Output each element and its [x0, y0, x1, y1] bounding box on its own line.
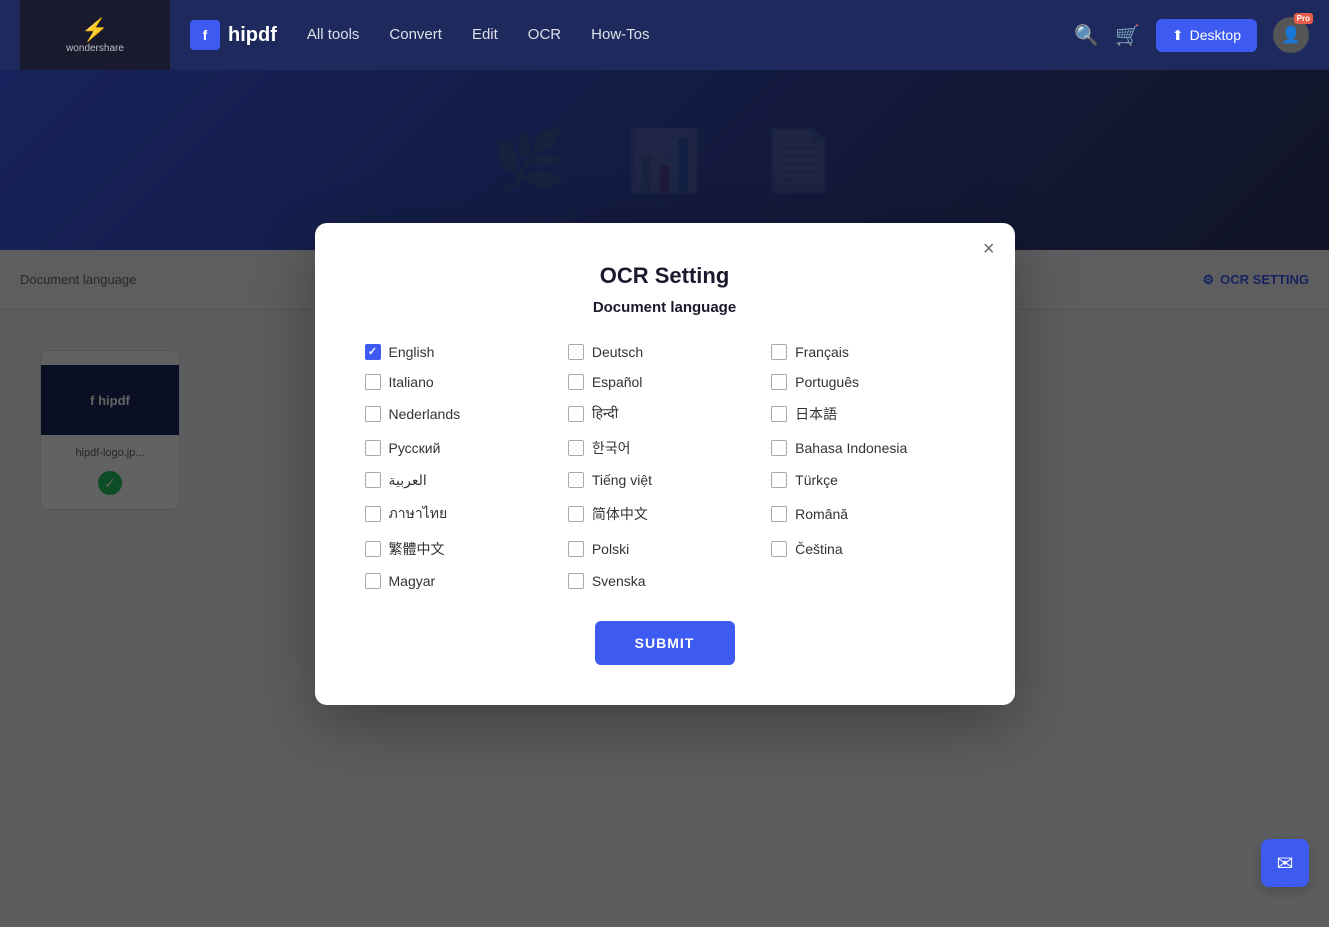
- modal-wrapper: × OCR Setting Document language English …: [0, 0, 1329, 927]
- lang-checkbox-hindi[interactable]: [568, 406, 584, 422]
- lang-item-traditional-chinese[interactable]: 繁體中文: [365, 539, 558, 559]
- lang-item-nederlands[interactable]: Nederlands: [365, 404, 558, 424]
- lang-item-czech[interactable]: Čeština: [771, 539, 964, 559]
- lang-label-swedish: Svenska: [592, 573, 646, 589]
- lang-item-espanol[interactable]: Español: [568, 374, 761, 390]
- lang-checkbox-italiano[interactable]: [365, 374, 381, 390]
- lang-label-espanol: Español: [592, 374, 643, 390]
- lang-checkbox-korean[interactable]: [568, 440, 584, 456]
- lang-label-czech: Čeština: [795, 541, 842, 557]
- lang-item-portugues[interactable]: Português: [771, 374, 964, 390]
- lang-item-russian[interactable]: Русский: [365, 438, 558, 458]
- lang-checkbox-english[interactable]: [365, 344, 381, 360]
- lang-checkbox-francais[interactable]: [771, 344, 787, 360]
- modal-subtitle: Document language: [365, 299, 965, 316]
- lang-item-arabic[interactable]: العربية: [365, 472, 558, 489]
- lang-label-hindi: हिन्दी: [592, 404, 618, 423]
- lang-label-english: English: [389, 344, 435, 360]
- lang-label-japanese: 日本語: [795, 404, 837, 424]
- lang-checkbox-polish[interactable]: [568, 541, 584, 557]
- lang-checkbox-simplified-chinese[interactable]: [568, 506, 584, 522]
- lang-checkbox-czech[interactable]: [771, 541, 787, 557]
- lang-checkbox-vietnamese[interactable]: [568, 472, 584, 488]
- lang-checkbox-bahasa[interactable]: [771, 440, 787, 456]
- lang-label-russian: Русский: [389, 440, 441, 456]
- lang-checkbox-swedish[interactable]: [568, 573, 584, 589]
- lang-item-vietnamese[interactable]: Tiếng việt: [568, 472, 761, 489]
- lang-checkbox-arabic[interactable]: [365, 472, 381, 488]
- lang-label-arabic: العربية: [389, 472, 427, 489]
- lang-checkbox-traditional-chinese[interactable]: [365, 541, 381, 557]
- float-message-button[interactable]: ✉: [1261, 839, 1309, 887]
- lang-checkbox-magyar[interactable]: [365, 573, 381, 589]
- submit-button[interactable]: SUBMIT: [595, 621, 735, 665]
- lang-item-simplified-chinese[interactable]: 简体中文: [568, 503, 761, 525]
- lang-label-francais: Français: [795, 344, 849, 360]
- lang-checkbox-romanian[interactable]: [771, 506, 787, 522]
- lang-label-magyar: Magyar: [389, 573, 436, 589]
- lang-item-polish[interactable]: Polski: [568, 539, 761, 559]
- lang-item-francais[interactable]: Français: [771, 344, 964, 360]
- lang-label-thai: ภาษาไทย: [389, 503, 448, 525]
- lang-label-simplified-chinese: 简体中文: [592, 504, 648, 524]
- lang-item-magyar[interactable]: Magyar: [365, 573, 558, 589]
- language-grid: English Deutsch Français Italiano Españo…: [365, 344, 965, 589]
- lang-item-bahasa[interactable]: Bahasa Indonesia: [771, 438, 964, 458]
- lang-item-korean[interactable]: 한국어: [568, 438, 761, 458]
- lang-item-thai[interactable]: ภาษาไทย: [365, 503, 558, 525]
- lang-label-portugues: Português: [795, 374, 859, 390]
- lang-item-italiano[interactable]: Italiano: [365, 374, 558, 390]
- lang-checkbox-espanol[interactable]: [568, 374, 584, 390]
- lang-label-romanian: Română: [795, 506, 848, 522]
- lang-label-polish: Polski: [592, 541, 629, 557]
- lang-checkbox-russian[interactable]: [365, 440, 381, 456]
- lang-grid-empty: [771, 573, 964, 589]
- lang-checkbox-portugues[interactable]: [771, 374, 787, 390]
- lang-checkbox-nederlands[interactable]: [365, 406, 381, 422]
- lang-label-deutsch: Deutsch: [592, 344, 643, 360]
- lang-item-japanese[interactable]: 日本語: [771, 404, 964, 424]
- lang-checkbox-japanese[interactable]: [771, 406, 787, 422]
- lang-checkbox-turkish[interactable]: [771, 472, 787, 488]
- lang-item-turkish[interactable]: Türkçe: [771, 472, 964, 489]
- lang-item-romanian[interactable]: Română: [771, 503, 964, 525]
- lang-label-korean: 한국어: [592, 438, 631, 458]
- lang-item-swedish[interactable]: Svenska: [568, 573, 761, 589]
- lang-checkbox-deutsch[interactable]: [568, 344, 584, 360]
- modal-close-button[interactable]: ×: [983, 239, 995, 259]
- lang-label-traditional-chinese: 繁體中文: [389, 539, 445, 559]
- lang-label-turkish: Türkçe: [795, 472, 838, 488]
- ocr-setting-modal: × OCR Setting Document language English …: [315, 223, 1015, 705]
- modal-title: OCR Setting: [365, 263, 965, 289]
- lang-item-english[interactable]: English: [365, 344, 558, 360]
- lang-item-hindi[interactable]: हिन्दी: [568, 404, 761, 424]
- lang-item-deutsch[interactable]: Deutsch: [568, 344, 761, 360]
- lang-label-bahasa: Bahasa Indonesia: [795, 440, 907, 456]
- lang-label-vietnamese: Tiếng việt: [592, 472, 652, 488]
- lang-label-italiano: Italiano: [389, 374, 434, 390]
- lang-checkbox-thai[interactable]: [365, 506, 381, 522]
- lang-label-nederlands: Nederlands: [389, 406, 461, 422]
